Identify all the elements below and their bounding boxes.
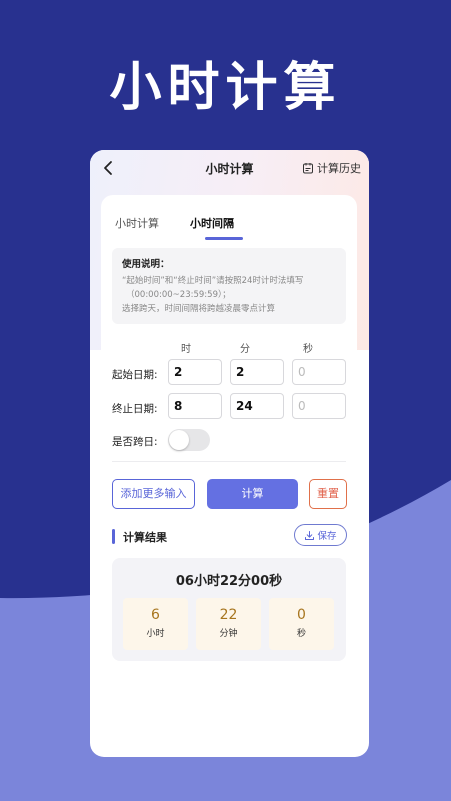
cross-day-label: 是否跨日: xyxy=(112,436,158,448)
calendar-icon xyxy=(303,163,313,174)
instructions-panel: 使用说明： “起始时间”和“终止时间”请按照24时计时法填写 （00:00:00… xyxy=(112,248,346,324)
result-cell-minutes: 22 分钟 xyxy=(196,598,261,650)
save-button[interactable]: 保存 xyxy=(294,524,347,546)
result-minutes-value: 22 xyxy=(219,607,238,623)
column-header-second: 秒 xyxy=(303,344,313,355)
save-label: 保存 xyxy=(317,531,337,542)
end-second-input[interactable]: 0 xyxy=(292,393,346,419)
result-cell-hours: 6 小时 xyxy=(123,598,188,650)
active-tab-indicator xyxy=(205,237,243,240)
result-summary: 06小时22分00秒 xyxy=(175,574,283,589)
result-seconds-value: 0 xyxy=(297,607,306,623)
tab-hour-calc[interactable]: 小时计算 xyxy=(115,215,159,231)
history-button[interactable]: 计算历史 xyxy=(302,159,361,177)
tab-hour-interval[interactable]: 小时间隔 xyxy=(190,215,234,231)
cross-day-toggle[interactable] xyxy=(168,429,210,451)
result-title: 计算结果 xyxy=(123,531,167,544)
hero-title: 小时计算 xyxy=(109,58,342,118)
end-date-label: 终止日期: xyxy=(112,403,158,415)
reset-button[interactable]: 重置 xyxy=(309,479,347,509)
start-second-input[interactable]: 0 xyxy=(292,359,346,385)
result-hours-label: 小时 xyxy=(146,629,165,639)
instructions-title: 使用说明： xyxy=(122,259,170,270)
end-minute-input[interactable]: 24 xyxy=(230,393,284,419)
calculate-button[interactable]: 计算 xyxy=(207,479,298,509)
start-date-label: 起始日期: xyxy=(112,369,158,381)
result-minutes-label: 分钟 xyxy=(219,629,238,639)
instructions-line: 选择跨天，时间间隔将跨越凌晨零点计算 xyxy=(122,304,276,314)
download-icon xyxy=(305,530,315,540)
calculator-card: 小时计算 小时间隔 使用说明： “起始时间”和“终止时间”请按照24时计时法填写… xyxy=(101,195,357,745)
navbar: 小时计算 计算历史 xyxy=(90,150,369,188)
toggle-knob xyxy=(169,430,189,450)
start-minute-input[interactable]: 2 xyxy=(230,359,284,385)
add-more-input-button[interactable]: 添加更多输入 xyxy=(112,479,195,509)
result-panel: 06小时22分00秒 6 小时 22 分钟 0 秒 xyxy=(112,558,346,661)
instructions-line: （00:00:00~23:59:59）； xyxy=(126,290,231,300)
instructions-line: “起始时间”和“终止时间”请按照24时计时法填写 xyxy=(122,276,304,286)
history-label: 计算历史 xyxy=(317,162,361,175)
column-header-hour: 时 xyxy=(181,344,191,355)
result-title-accent xyxy=(112,529,115,544)
start-hour-input[interactable]: 2 xyxy=(168,359,222,385)
phone-screen: 小时计算 计算历史 小时计算 小时间隔 使用说明： “起始时间”和“终止时间”请… xyxy=(90,150,369,757)
divider xyxy=(112,461,346,462)
result-cell-seconds: 0 秒 xyxy=(269,598,334,650)
column-header-minute: 分 xyxy=(240,344,250,355)
end-hour-input[interactable]: 8 xyxy=(168,393,222,419)
result-seconds-label: 秒 xyxy=(296,629,306,639)
result-hours-value: 6 xyxy=(151,607,160,623)
